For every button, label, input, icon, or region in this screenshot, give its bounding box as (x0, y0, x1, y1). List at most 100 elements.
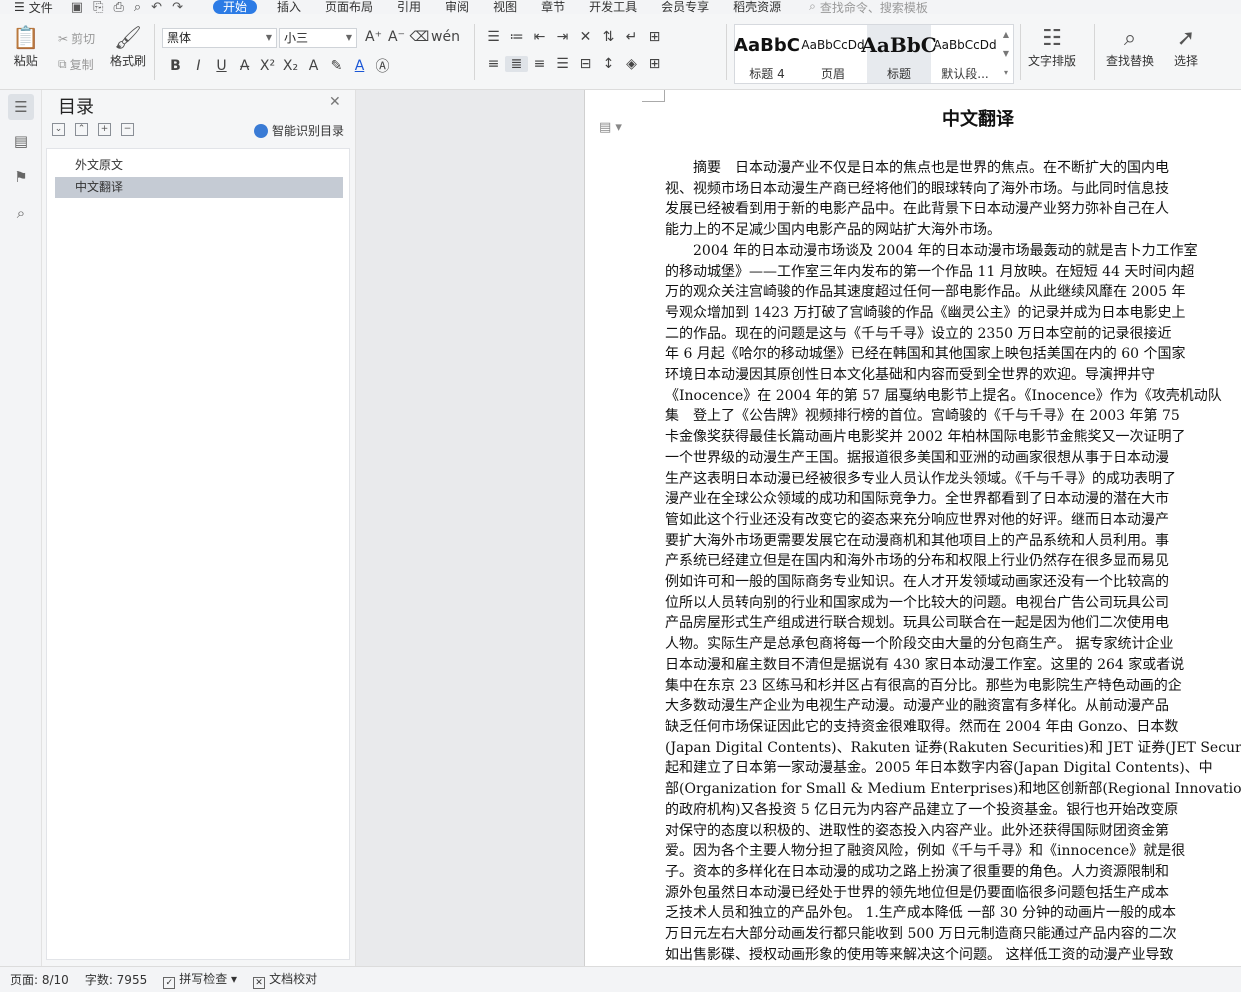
chapter-icon[interactable]: ▤ (8, 128, 34, 154)
tab-3[interactable]: 引用 (385, 0, 433, 14)
expand-all-icon[interactable]: ⌃ (75, 123, 88, 136)
phonetic-icon[interactable]: wén (431, 29, 460, 45)
ribbon-tabs: 开始 插入 页面布局 引用 审阅 视图 章节 开发工具 会员专享 稻壳资源 (205, 0, 793, 14)
style-sample: AaBbCcDd (933, 38, 997, 52)
tab-4[interactable]: 审阅 (433, 0, 481, 14)
tab-6[interactable]: 章节 (529, 0, 577, 14)
doc-check-button[interactable]: ✕ 文档校对 (253, 970, 317, 989)
styles-scroll[interactable]: ▲ ▼ ▾ (999, 25, 1013, 83)
text-layout-label: 文字排版 (1028, 54, 1077, 68)
text-layout-button[interactable]: ☷ 文字排版 (1028, 26, 1076, 69)
add-heading-icon[interactable]: + (98, 123, 111, 136)
command-search[interactable]: ⌕ 查找命令、搜索模板 (809, 0, 928, 14)
file-menu-button[interactable]: ☰ 文件 (14, 0, 53, 14)
bookmark-icon[interactable]: ⚑ (8, 164, 34, 190)
document-line: 对保守的态度以积极的、进取性的姿态投入内容产业。此外还获得国际财团资金第 (665, 822, 1169, 839)
toc-item[interactable]: 外文原文 (55, 155, 343, 176)
page-indicator[interactable]: 页面: 8/10 (10, 971, 69, 988)
chevron-up-icon[interactable]: ▲ (999, 25, 1013, 44)
shading-icon[interactable]: ◈ (620, 56, 643, 72)
document-line: 集 登上了《公告牌》视频排行榜的首位。宫崎骏的《千与千寻》在 2003 年第 7… (665, 408, 1180, 425)
chinese-layout-icon[interactable]: ✕ (574, 29, 597, 45)
bold-icon[interactable]: B (164, 58, 187, 74)
document-line: 漫产业在全球公众领域的成功和国际竞争力。全世界都看到了日本动漫的潜在大市 (665, 491, 1169, 508)
char-border-icon[interactable]: Ⓐ (371, 56, 394, 76)
align-left-icon[interactable]: ≡ (482, 56, 505, 72)
tab-9[interactable]: 稻壳资源 (721, 0, 793, 14)
style-heading-4[interactable]: AaBbC 标题 4 (734, 25, 800, 83)
style-title[interactable]: AaBbC 标题 (861, 25, 937, 83)
save-icon[interactable]: ▣ (71, 0, 83, 14)
style-default-paragraph[interactable]: AaBbCcDd 默认段... (933, 25, 997, 83)
smart-toc-button[interactable]: 智能识别目录 (254, 122, 344, 139)
tab-7[interactable]: 开发工具 (577, 0, 649, 14)
spellcheck-button[interactable]: ✓ 拼写检查 ▾ (163, 970, 237, 989)
justify-icon[interactable]: ☰ (551, 56, 574, 72)
decrease-font-icon[interactable]: A⁻ (385, 29, 408, 45)
document-page[interactable]: ▤ ▾ 中文翻译 摘要 日本动漫产业不仅是日本的焦点也是世界的焦点。在不断扩大的… (584, 90, 1241, 966)
cut-button[interactable]: ✂ 剪切 (58, 30, 95, 47)
document-canvas[interactable]: ▤ ▾ 中文翻译 摘要 日本动漫产业不仅是日本的焦点也是世界的焦点。在不断扩大的… (356, 90, 1241, 966)
style-label: 标题 (886, 67, 911, 81)
document-body[interactable]: 摘要 日本动漫产业不仅是日本的焦点也是世界的焦点。在不断扩大的国内电 视、视频市场… (665, 158, 1241, 965)
increase-font-icon[interactable]: A⁺ (362, 29, 385, 45)
tab-0[interactable]: 开始 (212, 0, 257, 14)
align-center-icon[interactable]: ≣ (505, 56, 528, 72)
document-line: 乏技术人员和独立的产品外包。 1.生产成本降低 一部 30 分钟的动画片一般的成… (665, 905, 1176, 922)
toc-item[interactable]: 中文翻译 (55, 177, 343, 198)
tab-stop-icon[interactable]: ⊞ (643, 29, 666, 45)
distributed-align-icon[interactable]: ⊟ (574, 56, 597, 72)
borders-icon[interactable]: ⊞ (643, 56, 666, 72)
search-icon[interactable]: ⌕ (8, 200, 34, 226)
page-options-icon[interactable]: ▤ ▾ (599, 120, 622, 135)
style-label: 标题 4 (749, 67, 785, 81)
line-spacing-icon[interactable]: ↕ (597, 56, 620, 72)
find-replace-label: 查找替换 (1106, 54, 1155, 68)
numbered-list-icon[interactable]: ≔ (505, 29, 528, 45)
close-icon[interactable]: ✕ (329, 94, 341, 110)
doc-check-label: 文档校对 (269, 972, 318, 986)
document-line: 环境日本动漫因其原创性日本文化基础和内容而受到全世界的欢迎。导演押井守 (665, 367, 1155, 384)
expand-icon[interactable]: ▾ (999, 63, 1013, 82)
tab-2[interactable]: 页面布局 (313, 0, 385, 14)
align-right-icon[interactable]: ≡ (528, 56, 551, 72)
font-color-icon[interactable]: A (348, 58, 371, 74)
copy-label: 复制 (69, 58, 94, 72)
chevron-down-icon[interactable]: ▼ (999, 44, 1013, 63)
print-preview-icon[interactable]: ⌕ (134, 0, 141, 14)
collapse-all-icon[interactable]: ⌄ (52, 123, 65, 136)
decrease-indent-icon[interactable]: ⇤ (528, 29, 551, 45)
copy-button[interactable]: ⧉ 复制 (58, 56, 94, 73)
word-count[interactable]: 字数: 7955 (85, 971, 147, 988)
text-direction-icon[interactable]: ⇅ (597, 29, 620, 45)
superscript-icon[interactable]: X² (256, 58, 279, 74)
format-painter-button[interactable]: 🖌 格式刷 (110, 26, 146, 69)
clear-format-icon[interactable]: ⌫ (408, 29, 431, 45)
tab-1[interactable]: 插入 (265, 0, 313, 14)
style-header[interactable]: AaBbCcDd 页眉 (801, 25, 865, 83)
tab-8[interactable]: 会员专享 (649, 0, 721, 14)
subscript-icon[interactable]: X₂ (279, 58, 302, 74)
line-wrap-icon[interactable]: ↵ (620, 29, 643, 45)
select-button[interactable]: ➚ 选择 (1174, 26, 1198, 69)
export-icon[interactable]: ⎘ (93, 0, 103, 14)
redo-icon[interactable]: ↷ (172, 0, 183, 14)
remove-heading-icon[interactable]: − (121, 123, 134, 136)
text-effect-icon[interactable]: A (302, 58, 325, 74)
italic-icon[interactable]: I (187, 58, 210, 74)
highlight-icon[interactable]: ✎ (325, 58, 348, 74)
underline-icon[interactable]: U (210, 58, 233, 74)
find-replace-button[interactable]: ⌕ 查找替换 (1106, 26, 1154, 69)
bullet-list-icon[interactable]: ☰ (482, 29, 505, 45)
clipboard-icon: 📋 (12, 26, 40, 51)
tab-5[interactable]: 视图 (481, 0, 529, 14)
brush-icon: 🖌 (114, 26, 142, 51)
undo-icon[interactable]: ↶ (151, 0, 162, 14)
toc-icon[interactable]: ☰ (8, 94, 34, 120)
font-name-select[interactable]: 黑体 ▼ (162, 28, 277, 48)
paste-button[interactable]: 📋 粘贴 (12, 26, 39, 69)
print-icon[interactable]: ⎙ (113, 0, 123, 14)
increase-indent-icon[interactable]: ⇥ (551, 29, 574, 45)
strikethrough-icon[interactable]: A̶ (233, 58, 256, 74)
font-size-select[interactable]: 小三 ▼ (279, 28, 357, 48)
